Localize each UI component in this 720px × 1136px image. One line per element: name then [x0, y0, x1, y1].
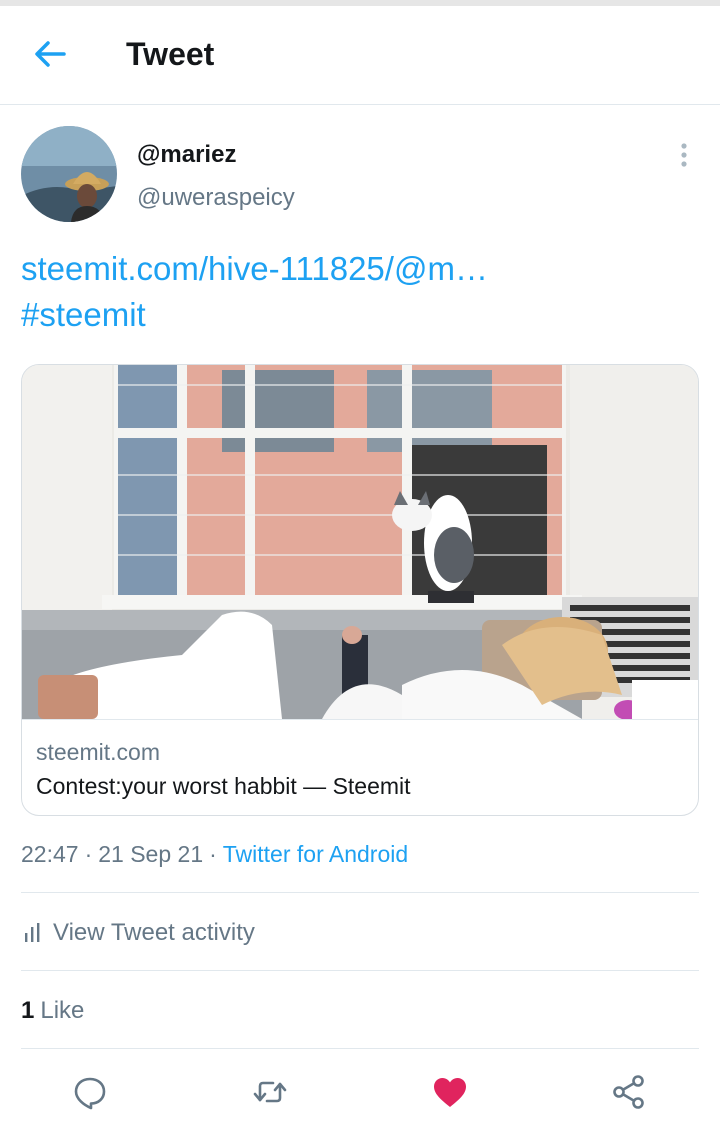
- meta-separator: ·: [84, 841, 93, 867]
- link-preview-card[interactable]: steemit.com Contest:your worst habbit — …: [21, 364, 699, 816]
- view-activity-button[interactable]: View Tweet activity: [21, 916, 255, 950]
- display-name[interactable]: @mariez: [137, 141, 236, 169]
- tweet-time: 22:47: [21, 841, 79, 867]
- card-title: Contest:your worst habbit — Steemit: [36, 773, 411, 799]
- like-button[interactable]: [430, 1072, 470, 1112]
- likes-summary[interactable]: 1 Like: [21, 997, 84, 1025]
- back-button[interactable]: [30, 34, 70, 74]
- meta-separator: ·: [209, 841, 217, 867]
- user-handle: @uweraspeicy: [137, 184, 295, 211]
- more-options-button[interactable]: [672, 140, 696, 170]
- card-domain: steemit.com: [36, 739, 160, 765]
- like-count: 1: [21, 997, 35, 1024]
- heart-icon: [434, 1078, 466, 1107]
- share-icon: [613, 1075, 644, 1109]
- tweet-meta: 22:47 · 21 Sep 21 · Twitter for Android: [21, 841, 408, 868]
- tweet-link[interactable]: steemit.com/hive-111825/@m…: [21, 250, 488, 288]
- like-label: Like: [40, 997, 85, 1024]
- retweet-button[interactable]: [250, 1072, 290, 1112]
- app-header: Tweet: [0, 6, 720, 105]
- more-vertical-icon: [681, 143, 687, 167]
- avatar[interactable]: [21, 126, 117, 222]
- retweet-icon: [253, 1081, 287, 1103]
- divider: [21, 1048, 699, 1049]
- view-activity-label: View Tweet activity: [53, 919, 255, 946]
- card-image: [22, 365, 698, 720]
- bar-chart-icon: [25, 923, 40, 942]
- tweet-hashtag[interactable]: #steemit: [21, 296, 146, 334]
- divider: [21, 970, 699, 971]
- card-divider: [22, 719, 698, 720]
- page-title: Tweet: [126, 36, 215, 72]
- tweet-source-link[interactable]: Twitter for Android: [223, 841, 408, 867]
- back-arrow-icon: [35, 41, 66, 67]
- reply-icon: [74, 1077, 106, 1110]
- tweet-date: 21 Sep 21: [98, 841, 204, 867]
- share-button[interactable]: [609, 1072, 649, 1112]
- divider: [21, 892, 699, 893]
- reply-button[interactable]: [70, 1072, 110, 1112]
